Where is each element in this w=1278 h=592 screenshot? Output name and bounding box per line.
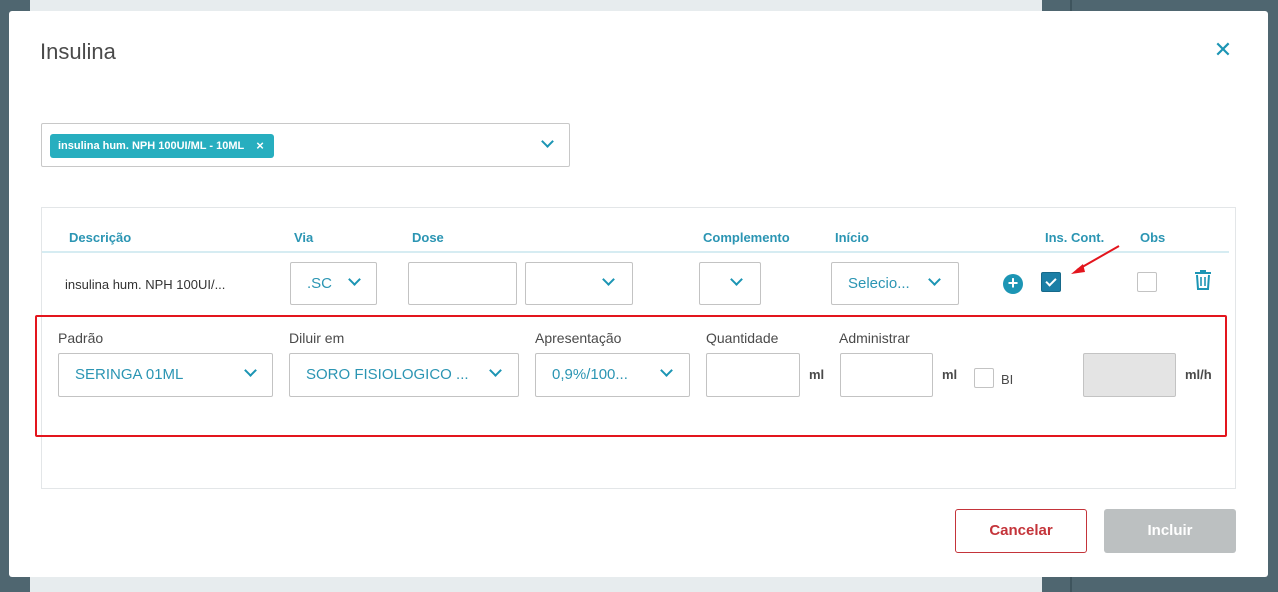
apresentacao-label: Apresentação	[535, 330, 622, 346]
medication-chip: insulina hum. NPH 100UI/ML - 10ML ×	[50, 134, 274, 158]
medication-select[interactable]: insulina hum. NPH 100UI/ML - 10ML ×	[41, 123, 570, 167]
header-dose: Dose	[412, 230, 444, 245]
via-value: .SC	[307, 275, 333, 292]
header-obs: Obs	[1140, 230, 1166, 245]
row-descricao: insulina hum. NPH 100UI/...	[65, 277, 226, 292]
bi-label: BI	[1001, 372, 1014, 387]
check-icon	[1045, 275, 1057, 287]
medication-chip-label: insulina hum. NPH 100UI/ML - 10ML	[58, 140, 245, 152]
dialog-title: Insulina	[40, 39, 116, 64]
header-descricao: Descrição	[69, 230, 132, 245]
chevron-down-icon	[730, 273, 743, 286]
header-inicio: Início	[835, 230, 869, 245]
rate-field	[1083, 353, 1176, 397]
quantidade-unit: ml	[809, 367, 825, 382]
via-select[interactable]: .SC	[290, 262, 377, 305]
apresentacao-value: 0,9%/100...	[552, 366, 628, 383]
rate-unit: ml/h	[1185, 367, 1212, 382]
chevron-down-icon	[928, 273, 941, 286]
inicio-select[interactable]: Selecio...	[831, 262, 959, 305]
diluir-select[interactable]: SORO FISIOLOGICO ...	[289, 353, 519, 397]
administrar-label: Administrar	[839, 330, 910, 346]
diluir-label: Diluir em	[289, 330, 345, 346]
diluir-value: SORO FISIOLOGICO ...	[306, 366, 469, 383]
complemento-select[interactable]	[699, 262, 761, 305]
dilution-section: Padrão Diluir em Apresentação Quantidade…	[35, 315, 1227, 437]
insulina-dialog: Insulina ✕ insulina hum. NPH 100UI/ML - …	[9, 11, 1268, 577]
padrao-select[interactable]: SERINGA 01ML	[58, 353, 273, 397]
dose-unit-select[interactable]	[525, 262, 633, 305]
administrar-unit: ml	[942, 367, 958, 382]
cancel-button[interactable]: Cancelar	[955, 509, 1087, 553]
close-icon[interactable]: ✕	[1212, 39, 1234, 61]
padrao-value: SERINGA 01ML	[75, 366, 184, 383]
chevron-down-icon[interactable]	[541, 135, 554, 148]
trash-icon[interactable]	[1194, 270, 1212, 290]
add-icon[interactable]: +	[1003, 274, 1023, 294]
administrar-input[interactable]	[840, 353, 933, 397]
chevron-down-icon	[602, 273, 615, 286]
inicio-value: Selecio...	[848, 275, 910, 292]
chevron-down-icon	[660, 364, 673, 377]
annotation-arrow	[1071, 245, 1120, 274]
quantidade-label: Quantidade	[706, 330, 779, 346]
chevron-down-icon	[348, 273, 361, 286]
padrao-label: Padrão	[58, 330, 104, 346]
quantidade-input[interactable]	[706, 353, 800, 397]
header-divider	[42, 251, 1229, 253]
header-complemento: Complemento	[703, 230, 790, 245]
obs-checkbox[interactable]	[1137, 272, 1157, 292]
dose-input[interactable]	[408, 262, 517, 305]
chevron-down-icon	[244, 364, 257, 377]
include-button[interactable]: Incluir	[1104, 509, 1236, 553]
chip-remove-icon[interactable]: ×	[256, 134, 264, 158]
ins-cont-checkbox[interactable]	[1041, 272, 1061, 292]
bi-checkbox[interactable]	[974, 368, 994, 388]
header-via: Via	[294, 230, 314, 245]
chevron-down-icon	[489, 364, 502, 377]
apresentacao-select[interactable]: 0,9%/100...	[535, 353, 690, 397]
